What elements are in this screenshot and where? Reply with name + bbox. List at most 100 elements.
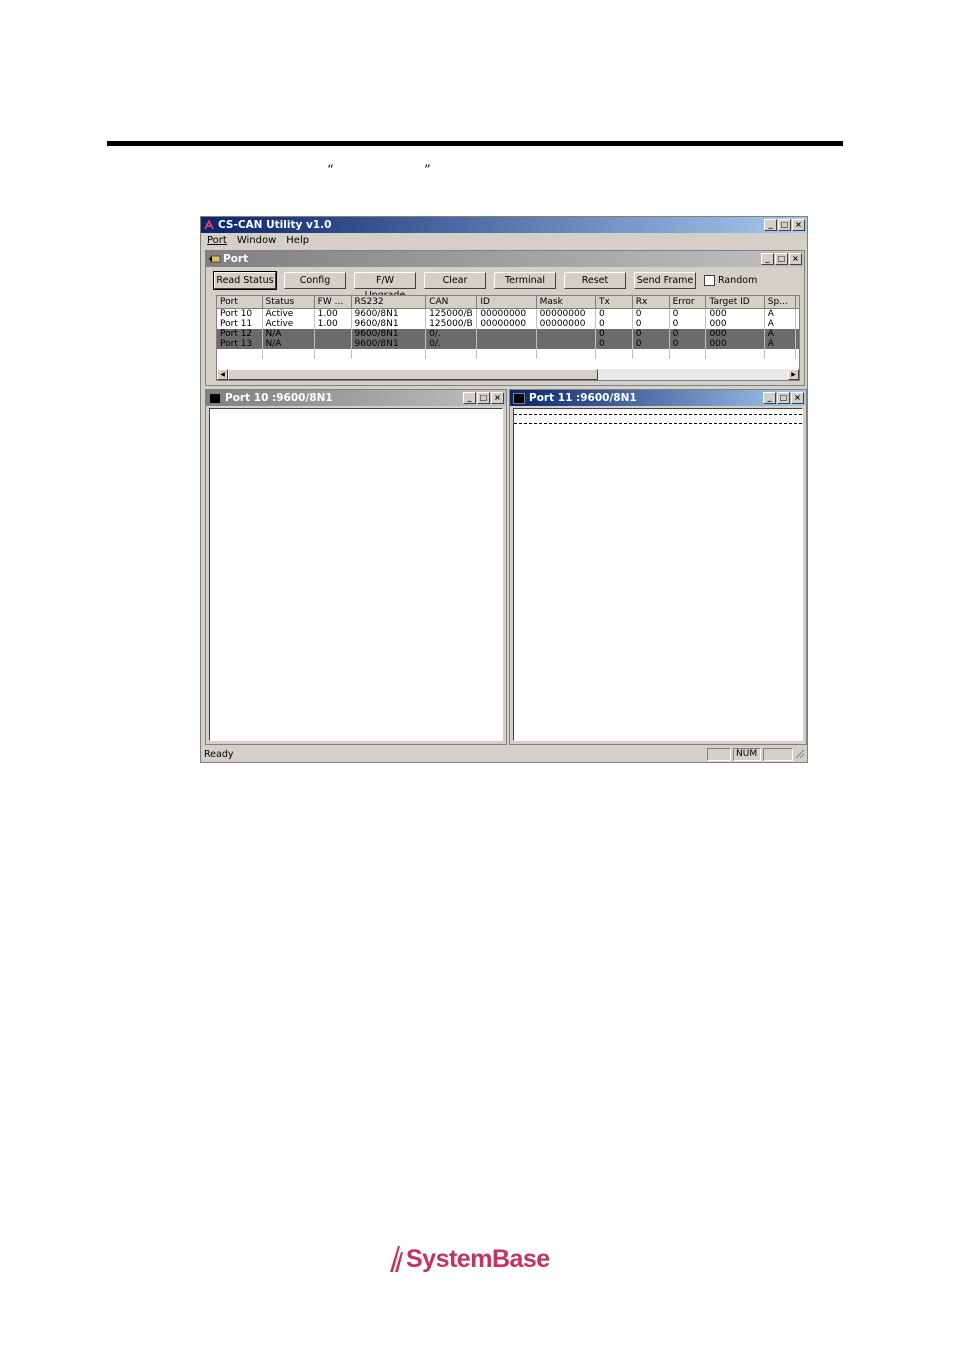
random-label: Random — [718, 274, 758, 286]
table-cell — [536, 349, 596, 359]
clear-button[interactable]: Clear — [424, 271, 486, 289]
table-cell — [764, 349, 797, 359]
table-cell: N/A — [262, 339, 315, 349]
table-cell: 0 — [669, 308, 707, 319]
reset-button[interactable]: Reset — [564, 271, 626, 289]
close-icon[interactable]: × — [791, 392, 804, 404]
col-header[interactable]: Sp... — [764, 296, 797, 309]
col-header[interactable]: Port — [217, 296, 263, 309]
config-button[interactable]: Config — [284, 271, 346, 289]
maximize-icon[interactable]: □ — [777, 392, 790, 404]
port-window-icon — [209, 254, 221, 264]
terminal-titlebar: Port 11 :9600/8N1 _ □ × — [510, 390, 806, 406]
table-cell: A — [764, 329, 797, 339]
random-checkbox[interactable]: Random — [704, 274, 758, 286]
table-cell: 9600/8N1 — [351, 339, 427, 349]
terminal-window-port-11: Port 11 :9600/8N1 _ □ × — [509, 389, 807, 745]
read-status-button[interactable]: Read Status — [213, 270, 277, 290]
close-icon[interactable]: × — [491, 392, 504, 404]
header-rule — [107, 141, 843, 146]
table-cell — [425, 349, 478, 359]
col-header[interactable]: Rx — [632, 296, 670, 309]
checkbox-box[interactable] — [704, 274, 715, 286]
table-cell — [476, 329, 537, 339]
table-cell: 0/. — [425, 339, 478, 349]
terminal-input-line[interactable] — [514, 414, 802, 424]
terminal-button[interactable]: Terminal — [494, 271, 556, 289]
table-row[interactable]: Port 13N/A9600/8N10/.000000A0 — [217, 339, 799, 349]
table-cell: 0 — [595, 308, 633, 319]
status-cell — [707, 747, 731, 761]
table-cell: 0 — [632, 329, 670, 339]
maximize-icon[interactable]: □ — [778, 219, 791, 231]
table-row-empty — [217, 349, 799, 359]
app-titlebar: CS-CAN Utility v1.0 _ □ × — [201, 217, 807, 233]
table-cell — [632, 349, 670, 359]
table-cell: 1.00 — [314, 308, 352, 319]
table-row[interactable]: Port 11 Active 1.00 9600/8N1 125000/B 0000000… — [217, 319, 799, 329]
table-row[interactable]: Port 10 Active 1.00 9600/8N1 125000/B 0000000… — [217, 308, 799, 319]
menubar: Port Window Help — [201, 233, 807, 248]
col-header[interactable]: ID — [476, 296, 537, 309]
menu-help[interactable]: Help — [286, 235, 309, 246]
col-header[interactable]: Tx — [595, 296, 633, 309]
col-header[interactable]: Target ID — [705, 296, 765, 309]
close-icon[interactable]: × — [792, 219, 805, 231]
table-cell: A — [764, 319, 797, 329]
maximize-icon[interactable]: □ — [775, 253, 788, 265]
minimize-icon[interactable]: _ — [463, 392, 476, 404]
table-cell — [795, 349, 799, 359]
minimize-icon[interactable]: _ — [761, 253, 774, 265]
table-cell: 0 — [632, 319, 670, 329]
scroll-left-icon[interactable]: ◀ — [217, 369, 228, 380]
table-cell — [314, 329, 352, 339]
table-cell: 0 — [795, 329, 799, 339]
close-icon[interactable]: × — [789, 253, 802, 265]
fw-upgrade-button[interactable]: F/W Upgrade — [354, 271, 416, 301]
table-cell: 000 — [705, 329, 765, 339]
col-header[interactable]: CAN — [425, 296, 478, 309]
col-header[interactable]: Mask — [536, 296, 596, 309]
scroll-right-icon[interactable]: ▶ — [788, 369, 799, 380]
systembase-logo: SystemBase — [388, 1244, 550, 1274]
table-cell: 0 — [595, 339, 633, 349]
table-cell: Port 11 — [217, 319, 263, 329]
table-cell: 125000/B — [425, 319, 478, 329]
col-header[interactable]: FW ... — [314, 296, 352, 309]
col-header[interactable]: R — [795, 296, 799, 309]
col-header[interactable]: Status — [262, 296, 315, 309]
close-quote: ” — [424, 163, 431, 178]
table-row[interactable]: Port 12N/A9600/8N10/.000000A0 — [217, 329, 799, 339]
maximize-icon[interactable]: □ — [477, 392, 490, 404]
app-logo-icon — [204, 219, 214, 230]
terminal-window-port-10: Port 10 :9600/8N1 _ □ × — [205, 389, 507, 745]
table-cell: Port 10 — [217, 308, 263, 319]
send-frame-button[interactable]: Send Frame — [634, 271, 696, 289]
col-header[interactable]: RS232 — [351, 296, 427, 309]
terminal-title: Port 10 :9600/8N1 — [225, 392, 333, 404]
table-cell: 0 — [632, 339, 670, 349]
table-cell: 000 — [705, 308, 765, 319]
menu-port[interactable]: Port — [207, 235, 227, 246]
resize-grip-icon[interactable] — [793, 747, 807, 762]
table-cell — [476, 339, 537, 349]
col-header[interactable]: Error — [669, 296, 707, 309]
horizontal-scrollbar[interactable]: ◀ ▶ — [217, 369, 799, 380]
table-cell: 9600/8N1 — [351, 319, 427, 329]
logo-text: SystemBase — [406, 1244, 550, 1273]
minimize-icon[interactable]: _ — [763, 392, 776, 404]
table-cell: 9600/8N1 — [351, 308, 427, 319]
scroll-thumb[interactable] — [228, 369, 598, 380]
terminal-output[interactable] — [513, 408, 803, 741]
table-cell: N/A — [262, 329, 315, 339]
table-cell: A — [764, 308, 797, 319]
app-window: CS-CAN Utility v1.0 _ □ × Port Window He… — [200, 216, 808, 763]
status-bar: Ready NUM — [201, 746, 807, 762]
minimize-icon[interactable]: _ — [764, 219, 777, 231]
menu-window[interactable]: Window — [237, 235, 276, 246]
terminal-icon — [209, 392, 221, 404]
terminal-output[interactable] — [209, 408, 503, 741]
terminal-titlebar: Port 10 :9600/8N1 _ □ × — [206, 390, 506, 406]
table-cell — [351, 349, 427, 359]
table-cell: 125000/B — [425, 308, 478, 319]
